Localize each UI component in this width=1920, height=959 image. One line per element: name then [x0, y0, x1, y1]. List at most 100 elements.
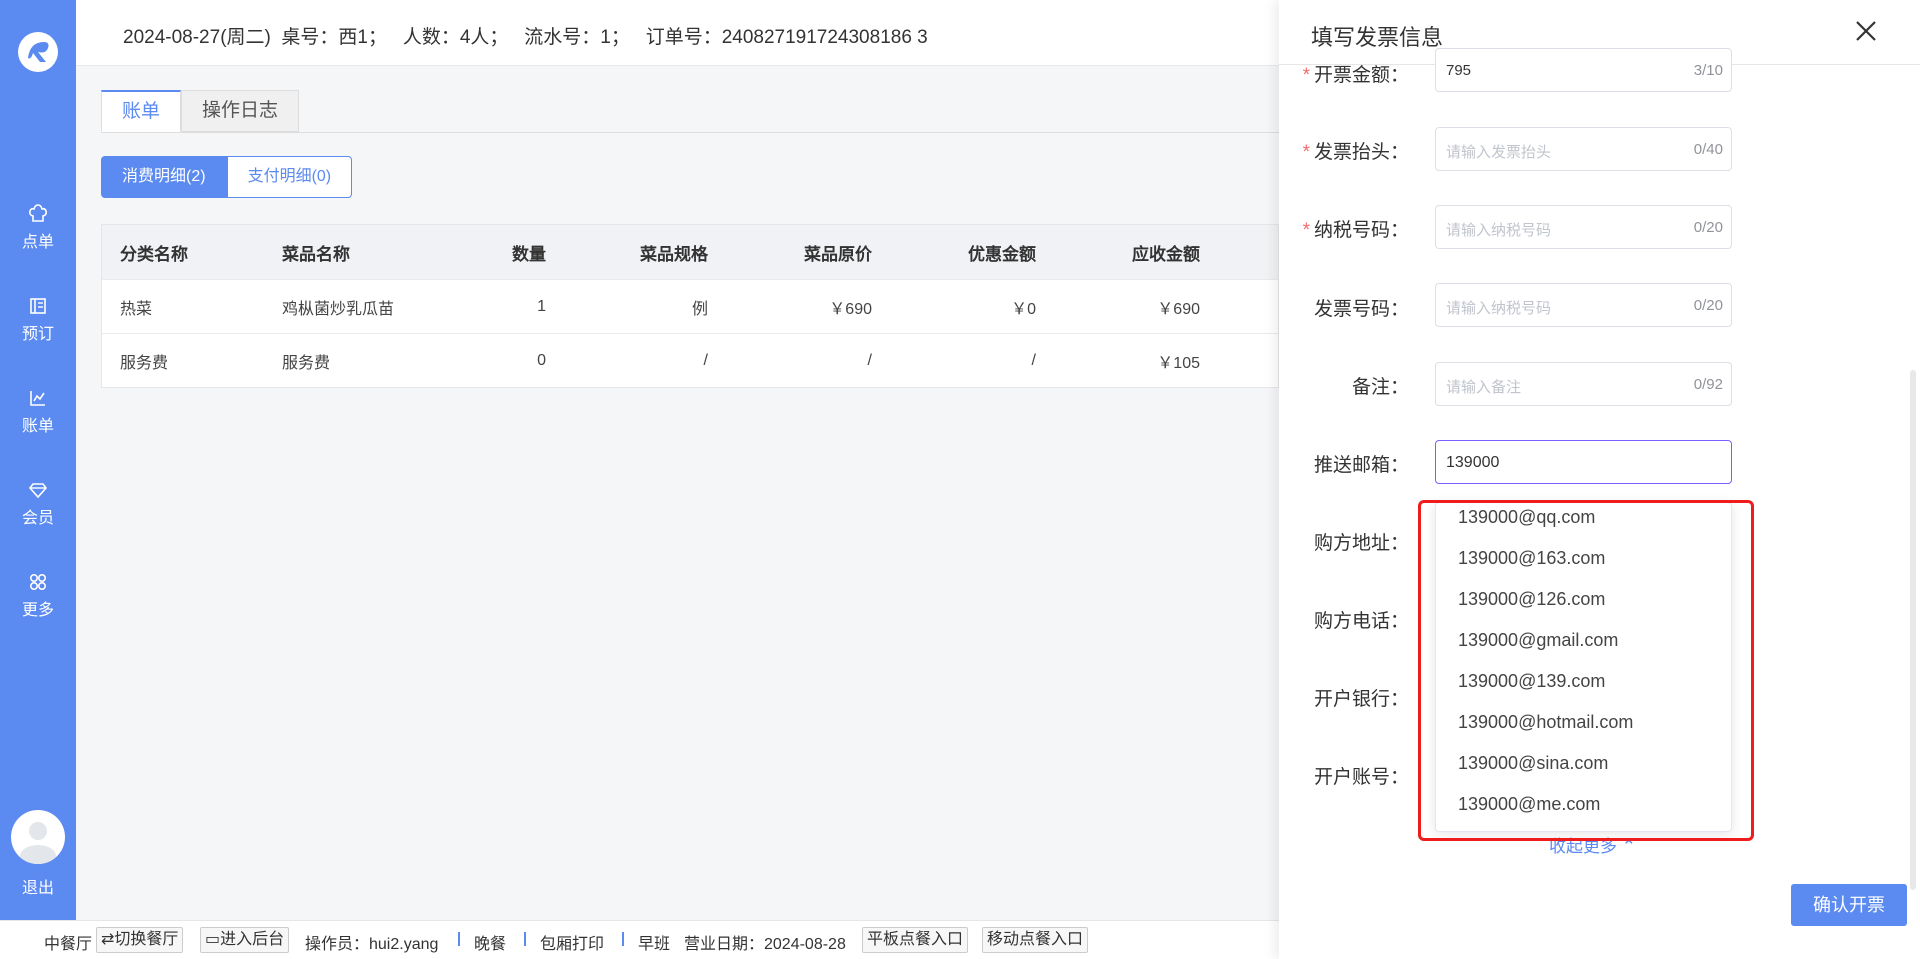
sidebar-item-member[interactable]: 会员: [0, 480, 76, 528]
highlight-box: [1418, 500, 1754, 841]
field-label-text: 购方地址：: [1313, 533, 1409, 554]
field-placeholder: 请输入备注: [1446, 379, 1522, 396]
tax-number-field[interactable]: 请输入纳税号码 0/20: [1435, 205, 1732, 249]
user-icon: [20, 822, 56, 864]
char-count: 0/40: [1693, 141, 1723, 158]
segment-payment[interactable]: 支付明细(0): [226, 156, 353, 198]
bank-account-label: 开户账号：: [1279, 762, 1409, 789]
column-header: 分类名称: [120, 244, 188, 264]
table-cell: 例: [691, 300, 708, 318]
avatar[interactable]: [11, 810, 65, 864]
table-cell: 1: [537, 297, 546, 315]
field-label-text: 纳税号码：: [1313, 220, 1409, 241]
field-label-text: 开户银行：: [1313, 689, 1409, 710]
invoice-drawer: 填写发票信息 * 开票金额： 795 3/10 * 发票抬头： 请输入发票抬头 0/…: [1279, 0, 1920, 959]
buyer-phone-label: 购方电话：: [1279, 606, 1409, 633]
invoice-title-field[interactable]: 请输入发票抬头 0/40: [1435, 127, 1732, 171]
table-cell: ￥690: [829, 300, 872, 318]
field-label-text: 发票号码：: [1313, 299, 1409, 320]
table-cell: /: [867, 351, 872, 369]
email-label: 推送邮箱：: [1279, 450, 1409, 477]
bill-table: 分类名称 菜品名称 数量 菜品规格 菜品原价 优惠金额 应收金额 热菜 鸡枞菌炒…: [101, 224, 1279, 388]
segment-consumption[interactable]: 消费明细(2): [101, 156, 227, 198]
remark-label: 备注：: [1279, 372, 1409, 399]
field-placeholder: 请输入纳税号码: [1446, 300, 1552, 317]
field-label-text: 备注：: [1351, 377, 1409, 398]
table-cell: 热菜: [120, 300, 153, 318]
table-cell: ￥690: [1157, 300, 1200, 318]
column-header: 应收金额: [1132, 244, 1200, 264]
main-content: 账单 操作日志 消费明细(2) 支付明细(0) 分类名称 菜品名称 数量 菜品规…: [76, 66, 1279, 920]
sidebar-item-label: 预订: [21, 326, 54, 343]
invoice-title-label: * 发票抬头：: [1279, 137, 1409, 164]
sidebar-item-bill[interactable]: 账单: [0, 388, 76, 436]
field-value: 795: [1446, 62, 1472, 79]
required-mark: *: [1302, 220, 1310, 241]
column-header: 优惠金额: [968, 244, 1036, 264]
table-cell: 0: [537, 351, 546, 369]
table-cell: ￥0: [1011, 300, 1036, 318]
remark-field[interactable]: 请输入备注 0/92: [1435, 362, 1732, 406]
tab-operation-log[interactable]: 操作日志: [181, 90, 300, 132]
operator-name: 操作员：hui2.yang: [305, 936, 439, 953]
divider: [458, 932, 460, 946]
column-header: 菜品规格: [640, 244, 708, 264]
table-row[interactable]: 服务费 服务费 0 / / / ￥105: [102, 333, 1278, 387]
tabs: 账单 操作日志: [101, 90, 300, 132]
order-header: 2024-08-27(周二) 桌号：西1； 人数：4人； 流水号：1； 订单号：…: [76, 0, 1279, 66]
table-cell: /: [703, 351, 708, 369]
invoice-amount-label: * 开票金额：: [1279, 60, 1409, 87]
invoice-amount-field[interactable]: 795 3/10: [1435, 48, 1732, 92]
diamond-icon: [28, 483, 48, 499]
order-number: 订单号：240827191724308186 3: [645, 27, 928, 48]
drawer-title: 填写发票信息: [1311, 25, 1444, 50]
monitor-icon: ▭: [205, 931, 221, 948]
email-field[interactable]: 139000: [1435, 440, 1732, 484]
sidebar-item-label: 账单: [21, 418, 54, 435]
mobile-order-entry[interactable]: 移动点餐入口: [982, 927, 1089, 953]
char-count: 3/10: [1693, 62, 1723, 79]
invoice-number-field[interactable]: 请输入纳税号码 0/20: [1435, 283, 1732, 327]
column-header: 菜品名称: [282, 244, 350, 264]
sidebar-item-more[interactable]: 更多: [0, 572, 76, 620]
meal-period: 晚餐: [474, 936, 507, 953]
tab-divider: [101, 132, 1279, 133]
sidebar-item-label: 会员: [21, 510, 54, 527]
table-cell: 服务费: [120, 354, 169, 372]
order-date: 2024-08-27(周二): [123, 27, 271, 48]
close-icon[interactable]: [1851, 16, 1881, 46]
char-count: 0/20: [1693, 297, 1723, 314]
logout-button[interactable]: 退出: [0, 874, 76, 898]
switch-restaurant-button[interactable]: ⇄切换餐厅: [96, 927, 184, 953]
chart-icon: [30, 391, 45, 406]
table-number: 桌号：西1；: [281, 27, 387, 48]
confirm-invoice-button[interactable]: 确认开票: [1791, 884, 1907, 926]
sidebar-item-reserve[interactable]: 预订: [0, 296, 76, 344]
field-label-text: 推送邮箱：: [1313, 455, 1409, 476]
char-count: 0/92: [1693, 376, 1723, 393]
business-date: 营业日期：2024-08-28: [684, 936, 846, 953]
people-count: 人数：4人；: [402, 27, 509, 48]
table-row[interactable]: 热菜 鸡枞菌炒乳瓜苗 1 例 ￥690 ￥0 ￥690: [102, 279, 1278, 333]
field-value: 139000: [1446, 454, 1500, 471]
book-icon: [30, 298, 46, 314]
char-count: 0/20: [1693, 219, 1723, 236]
column-header: 菜品原价: [804, 244, 872, 264]
table-cell: ￥105: [1157, 354, 1200, 372]
tab-bill[interactable]: 账单: [101, 90, 182, 132]
enter-backend-label: 进入后台: [220, 931, 285, 948]
drawer-scrollbar[interactable]: [1910, 370, 1916, 890]
tablet-order-entry[interactable]: 平板点餐入口: [862, 927, 969, 953]
chef-hat-icon: [29, 204, 47, 222]
sidebar-item-order[interactable]: 点单: [0, 204, 76, 252]
room-print[interactable]: 包厢打印: [540, 930, 604, 954]
table-cell: 鸡枞菌炒乳瓜苗: [282, 300, 395, 318]
table-cell: /: [1031, 351, 1036, 369]
field-placeholder: 请输入发票抬头: [1446, 144, 1552, 161]
field-label-text: 开票金额：: [1313, 65, 1409, 86]
table-cell: 服务费: [282, 354, 331, 372]
required-mark: *: [1302, 65, 1310, 86]
detail-segment: 消费明细(2) 支付明细(0): [101, 156, 353, 198]
enter-backend-button[interactable]: ▭进入后台: [200, 927, 290, 953]
sidebar-item-label: 点单: [21, 234, 54, 251]
